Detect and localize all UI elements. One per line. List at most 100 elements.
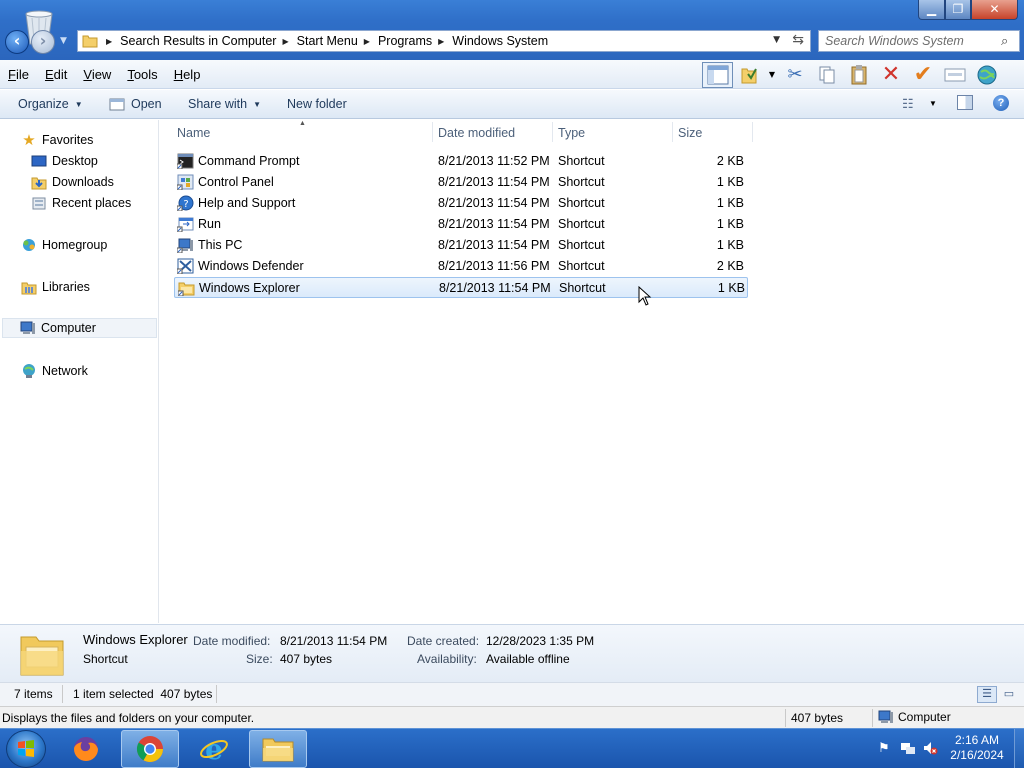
search-icon[interactable]: ⌕ — [1001, 34, 1019, 49]
share-with-button[interactable]: Share with ▼ — [188, 97, 261, 111]
rename-icon[interactable]: ✔ — [907, 62, 939, 88]
maximize-button[interactable]: ❐ — [945, 0, 971, 20]
recent-pages-dropdown-icon[interactable]: ▼ — [60, 36, 67, 46]
menu-help[interactable]: Help — [174, 67, 201, 82]
menu-edit[interactable]: Edit — [45, 67, 67, 82]
minimize-button[interactable]: ▁ — [918, 0, 945, 20]
details-availability: Available offline — [486, 652, 570, 666]
recent-places-icon — [30, 195, 48, 211]
column-name[interactable]: Name — [177, 126, 210, 140]
large-icons-view-icon[interactable]: ▭ — [1000, 687, 1018, 702]
taskbar-internet-explorer[interactable]: e — [185, 730, 243, 768]
network-tray-icon[interactable] — [900, 740, 916, 756]
status-item-count: 7 items — [14, 687, 53, 701]
status-divider — [785, 709, 786, 727]
breadcrumb-start-menu[interactable]: Start Menu ▶ — [297, 34, 378, 48]
file-row-command-prompt[interactable]: Command Prompt 8/21/2013 11:52 PM Shortc… — [174, 151, 748, 172]
menu-tools[interactable]: Tools — [127, 67, 157, 82]
column-type[interactable]: Type — [558, 126, 585, 140]
file-row-this-pc[interactable]: This PC 8/21/2013 11:54 PM Shortcut 1 KB — [174, 235, 748, 256]
windows-explorer-icon — [262, 738, 294, 762]
nav-favorites[interactable]: ★ Favorites — [20, 130, 93, 150]
column-size[interactable]: Size — [678, 126, 702, 140]
preview-pane-icon[interactable] — [957, 95, 973, 110]
forward-button[interactable]: › — [31, 30, 55, 54]
taskbar-firefox[interactable] — [57, 730, 115, 768]
layout-icon[interactable] — [702, 61, 733, 88]
organize-button[interactable]: Organize ▼ — [18, 97, 83, 111]
close-button[interactable]: ✕ — [971, 0, 1018, 20]
breadcrumb-separator-icon[interactable]: ▶ — [282, 37, 288, 46]
taskbar-windows-explorer[interactable] — [249, 730, 307, 768]
new-folder-button[interactable]: New folder — [287, 97, 347, 111]
column-date-modified[interactable]: Date modified — [438, 126, 515, 140]
column-divider[interactable] — [552, 122, 553, 142]
toolbar-icons: ▼ ✂ ✕ ✔ — [702, 61, 1003, 88]
nav-downloads[interactable]: Downloads — [30, 172, 114, 192]
details-view-icon[interactable]: ☰ — [977, 686, 997, 703]
breadcrumb-search-results[interactable]: Search Results in Computer ▶ — [120, 34, 296, 48]
windows-logo-icon — [18, 740, 34, 757]
file-row-windows-explorer[interactable]: Windows Explorer 8/21/2013 11:54 PM Shor… — [174, 277, 748, 298]
paste-icon[interactable] — [843, 62, 875, 88]
menu-file[interactable]: File — [8, 67, 29, 82]
views-dropdown-icon[interactable]: ▼ — [929, 99, 937, 108]
command-bar: Organize ▼ Open Share with ▼ New folder ☷ … — [0, 90, 1024, 119]
details-size: 407 bytes — [280, 652, 333, 666]
clock[interactable]: 2:16 AM 2/16/2024 — [942, 733, 1012, 763]
clock-time: 2:16 AM — [954, 733, 1000, 747]
file-row-control-panel[interactable]: Control Panel 8/21/2013 11:54 PM Shortcu… — [174, 172, 748, 193]
breadcrumb-separator-icon[interactable]: ▶ — [364, 37, 370, 46]
details-availability-label: Availability: — [417, 652, 477, 666]
breadcrumb-windows-system[interactable]: Windows System — [452, 34, 548, 48]
search-input[interactable]: Search Windows System — [825, 34, 1001, 48]
volume-muted-icon[interactable] — [922, 740, 938, 756]
network-icon — [20, 363, 38, 379]
back-button[interactable]: ‹ — [5, 30, 29, 54]
file-row-run[interactable]: Run 8/21/2013 11:54 PM Shortcut 1 KB — [174, 214, 748, 235]
cut-icon[interactable]: ✂ — [779, 62, 811, 88]
nav-desktop[interactable]: Desktop — [30, 151, 98, 171]
select-icon[interactable] — [939, 62, 971, 88]
menu-view[interactable]: View — [83, 67, 111, 82]
details-size-label: Size: — [246, 652, 273, 666]
file-row-help-and-support[interactable]: ? Help and Support 8/21/2013 11:54 PM Sh… — [174, 193, 748, 214]
show-desktop-button[interactable] — [1014, 729, 1024, 768]
file-row-windows-defender[interactable]: Windows Defender 8/21/2013 11:56 PM Shor… — [174, 256, 748, 277]
breadcrumb-separator-icon[interactable]: ▶ — [438, 37, 444, 46]
delete-icon[interactable]: ✕ — [875, 62, 907, 88]
internet-explorer-icon: e — [200, 733, 228, 765]
address-dropdown-icon[interactable]: ▼ — [773, 35, 780, 45]
windows-defender-icon — [177, 258, 194, 274]
breadcrumb-programs[interactable]: Programs ▶ — [378, 34, 452, 48]
views-icon[interactable]: ☷ — [902, 96, 914, 112]
properties-icon[interactable] — [733, 62, 765, 88]
column-divider[interactable] — [432, 122, 433, 142]
nav-network[interactable]: Network — [20, 361, 88, 381]
nav-homegroup[interactable]: Homegroup — [20, 235, 107, 255]
column-divider[interactable] — [672, 122, 673, 142]
nav-recent-places[interactable]: Recent places — [30, 193, 131, 213]
taskbar: e ⚑ 2:16 AM 2/16/2024 — [0, 728, 1024, 768]
details-pane: Windows Explorer Shortcut Date modified:… — [0, 624, 1024, 682]
action-center-flag-icon[interactable]: ⚑ — [878, 740, 894, 756]
help-icon[interactable]: ? — [993, 95, 1009, 111]
globe-icon[interactable] — [971, 62, 1003, 88]
start-button[interactable] — [6, 730, 46, 768]
properties-dropdown-icon[interactable]: ▼ — [765, 62, 779, 88]
column-divider[interactable] — [752, 122, 753, 142]
control-panel-icon — [177, 174, 194, 190]
nav-computer[interactable]: Computer — [2, 318, 157, 338]
status-divider — [216, 685, 217, 703]
details-date-created-label: Date created: — [407, 634, 480, 648]
address-bar[interactable]: ▶ Search Results in Computer ▶ Start Menu… — [77, 30, 811, 52]
taskbar-chrome[interactable] — [121, 730, 179, 768]
search-box[interactable]: Search Windows System ⌕ — [818, 30, 1020, 52]
open-button[interactable]: Open — [109, 97, 162, 111]
refresh-icon[interactable]: ⇆ — [792, 32, 804, 48]
breadcrumb-separator-icon[interactable]: ▶ — [106, 37, 112, 46]
navigation-pane: ★ Favorites Desktop Downloads Recent pla… — [0, 120, 159, 623]
nav-libraries[interactable]: Libraries — [20, 277, 90, 297]
copy-icon[interactable] — [811, 62, 843, 88]
window-controls: ▁ ❐ ✕ — [918, 0, 1018, 20]
